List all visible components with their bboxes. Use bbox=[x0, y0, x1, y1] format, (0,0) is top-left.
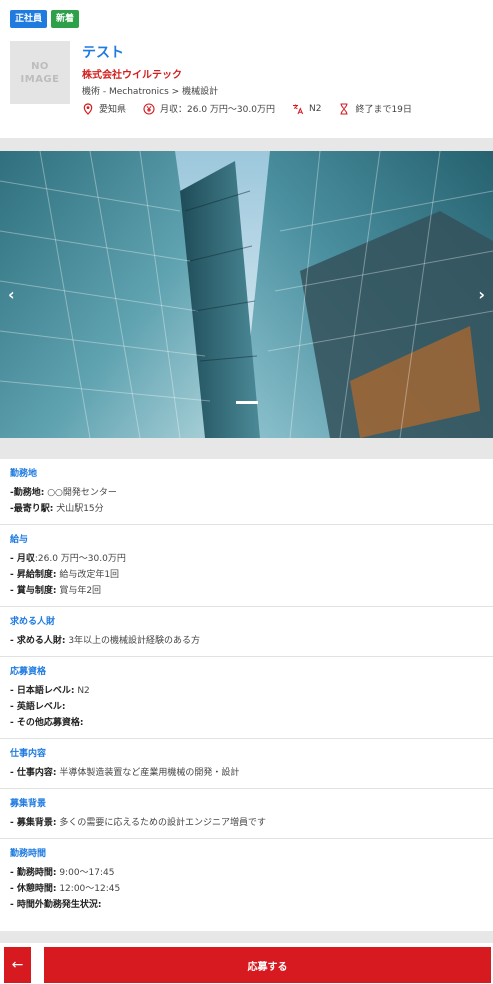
location-meta: 愛知県 bbox=[82, 102, 126, 115]
new-badge: 新着 bbox=[51, 10, 80, 28]
detail-key: - 月収 bbox=[10, 554, 35, 564]
detail-value: 12:00〜12:45 bbox=[56, 884, 121, 894]
logo-text-line2: IMAGE bbox=[20, 73, 60, 85]
detail-key: - 仕事内容: bbox=[10, 768, 57, 778]
image-carousel[interactable]: ‹ › bbox=[0, 151, 493, 438]
job-details: 勤務地 -勤務地: ○○開発センター -最寄り駅: 犬山駅15分 給与 - 月収… bbox=[0, 459, 493, 920]
detail-row: - 勤務時間: 9:00〜17:45 bbox=[10, 865, 483, 881]
detail-key: - 日本語レベル: bbox=[10, 686, 75, 696]
job-meta: 愛知県 月収：26.0 万円〜30.0万円 N2 終了まで19日 bbox=[82, 102, 412, 115]
salary-meta: 月収：26.0 万円〜30.0万円 bbox=[143, 102, 275, 115]
apply-button[interactable]: 応募する bbox=[44, 947, 491, 983]
location-section: 勤務地 -勤務地: ○○開発センター -最寄り駅: 犬山駅15分 bbox=[0, 459, 493, 525]
job-header: 正社員 新着 NO IMAGE テスト 株式会社ウイルテック 機術 - Mech… bbox=[0, 0, 493, 138]
job-category: 機術 - Mechatronics > 機械設計 bbox=[82, 87, 219, 97]
detail-row: - 時間外勤務発生状況: bbox=[10, 897, 483, 913]
detail-row: - 昇給制度: 給与改定年1回 bbox=[10, 567, 483, 583]
detail-row: - 募集背景: 多くの需要に応えるための設計エンジニア増員です bbox=[10, 815, 483, 831]
detail-key: - 賞与制度: bbox=[10, 586, 57, 596]
apply-button-label: 応募する bbox=[247, 961, 288, 973]
detail-value: ○○開発センター bbox=[44, 488, 117, 498]
detail-row: - 日本語レベル: N2 bbox=[10, 683, 483, 699]
map-pin-icon bbox=[83, 102, 93, 115]
detail-row: - 賞与制度: 賞与年2回 bbox=[10, 583, 483, 599]
section-title: 募集背景 bbox=[10, 799, 47, 809]
salary-text: 月収：26.0 万円〜30.0万円 bbox=[160, 105, 275, 115]
detail-row: - 仕事内容: 半導体製造装置など産業用機械の開発・設計 bbox=[10, 765, 483, 781]
section-title: 求める人財 bbox=[10, 617, 56, 627]
detail-value: 賞与年2回 bbox=[56, 586, 102, 596]
detail-value: :26.0 万円〜30.0万円 bbox=[34, 554, 126, 564]
hours-section: 勤務時間 - 勤務時間: 9:00〜17:45 - 休憩時間: 12:00〜12… bbox=[0, 839, 493, 920]
detail-key: - 英語レベル: bbox=[10, 702, 66, 712]
section-title: 勤務時間 bbox=[10, 849, 47, 859]
detail-value: 半導体製造装置など産業用機械の開発・設計 bbox=[56, 768, 240, 778]
language-meta: N2 bbox=[292, 103, 321, 115]
detail-key: - 休憩時間: bbox=[10, 884, 57, 894]
carousel-prev-icon[interactable]: ‹ bbox=[8, 285, 15, 304]
badge-group: 正社員 新着 bbox=[10, 10, 80, 28]
carousel-next-icon[interactable]: › bbox=[478, 285, 485, 304]
carousel-indicator[interactable] bbox=[236, 401, 258, 404]
section-title: 仕事内容 bbox=[10, 749, 47, 759]
company-name[interactable]: 株式会社ウイルテック bbox=[82, 66, 182, 81]
detail-row: -勤務地: ○○開発センター bbox=[10, 485, 483, 501]
back-button[interactable]: ← bbox=[4, 947, 31, 983]
background-section: 募集背景 - 募集背景: 多くの需要に応えるための設計エンジニア増員です bbox=[0, 789, 493, 839]
logo-text-line1: NO bbox=[31, 60, 49, 72]
detail-key: - その他応募資格: bbox=[10, 718, 84, 728]
deadline-text: 終了まで19日 bbox=[355, 105, 412, 115]
action-bar: ← 応募する bbox=[0, 943, 493, 984]
job-title[interactable]: テスト bbox=[82, 42, 124, 62]
detail-key: - 時間外勤務発生状況: bbox=[10, 900, 102, 910]
detail-value: 多くの需要に応えるための設計エンジニア増員です bbox=[56, 818, 267, 828]
detail-value: 3年以上の機械設計経験のある方 bbox=[65, 636, 201, 646]
detail-key: - 求める人財: bbox=[10, 636, 66, 646]
section-divider bbox=[0, 438, 493, 459]
section-title: 応募資格 bbox=[10, 667, 47, 677]
detail-key: - 募集背景: bbox=[10, 818, 57, 828]
building-photo bbox=[0, 151, 493, 438]
work-section: 仕事内容 - 仕事内容: 半導体製造装置など産業用機械の開発・設計 bbox=[0, 739, 493, 789]
detail-value: 給与改定年1回 bbox=[56, 570, 120, 580]
section-title: 勤務地 bbox=[10, 469, 38, 479]
language-text: N2 bbox=[308, 103, 322, 114]
detail-value: 9:00〜17:45 bbox=[56, 868, 115, 878]
hourglass-icon bbox=[340, 103, 348, 114]
detail-key: - 昇給制度: bbox=[10, 570, 57, 580]
yen-icon bbox=[143, 102, 155, 115]
detail-row: - 休憩時間: 12:00〜12:45 bbox=[10, 881, 483, 897]
detail-row: - その他応募資格: bbox=[10, 715, 483, 731]
detail-row: - 求める人財: 3年以上の機械設計経験のある方 bbox=[10, 633, 483, 649]
qualification-section: 応募資格 - 日本語レベル: N2 - 英語レベル: - その他応募資格: bbox=[0, 657, 493, 739]
salary-section: 給与 - 月収:26.0 万円〜30.0万円 - 昇給制度: 給与改定年1回 -… bbox=[0, 525, 493, 607]
company-logo-placeholder: NO IMAGE bbox=[10, 41, 70, 104]
detail-key: -勤務地: bbox=[10, 488, 45, 498]
translate-icon bbox=[292, 104, 304, 114]
section-divider bbox=[0, 931, 493, 943]
employment-type-badge: 正社員 bbox=[10, 10, 48, 28]
section-divider bbox=[0, 138, 493, 151]
location-text: 愛知県 bbox=[99, 105, 127, 115]
detail-key: - 勤務時間: bbox=[10, 868, 57, 878]
detail-value: N2 bbox=[74, 686, 90, 696]
detail-value: 犬山駅15分 bbox=[53, 504, 104, 514]
talent-section: 求める人財 - 求める人財: 3年以上の機械設計経験のある方 bbox=[0, 607, 493, 657]
arrow-left-icon: ← bbox=[11, 957, 24, 973]
deadline-meta: 終了まで19日 bbox=[338, 102, 412, 115]
detail-row: - 月収:26.0 万円〜30.0万円 bbox=[10, 551, 483, 567]
section-title: 給与 bbox=[10, 535, 29, 545]
detail-key: -最寄り駅: bbox=[10, 504, 54, 514]
detail-row: -最寄り駅: 犬山駅15分 bbox=[10, 501, 483, 517]
detail-row: - 英語レベル: bbox=[10, 699, 483, 715]
